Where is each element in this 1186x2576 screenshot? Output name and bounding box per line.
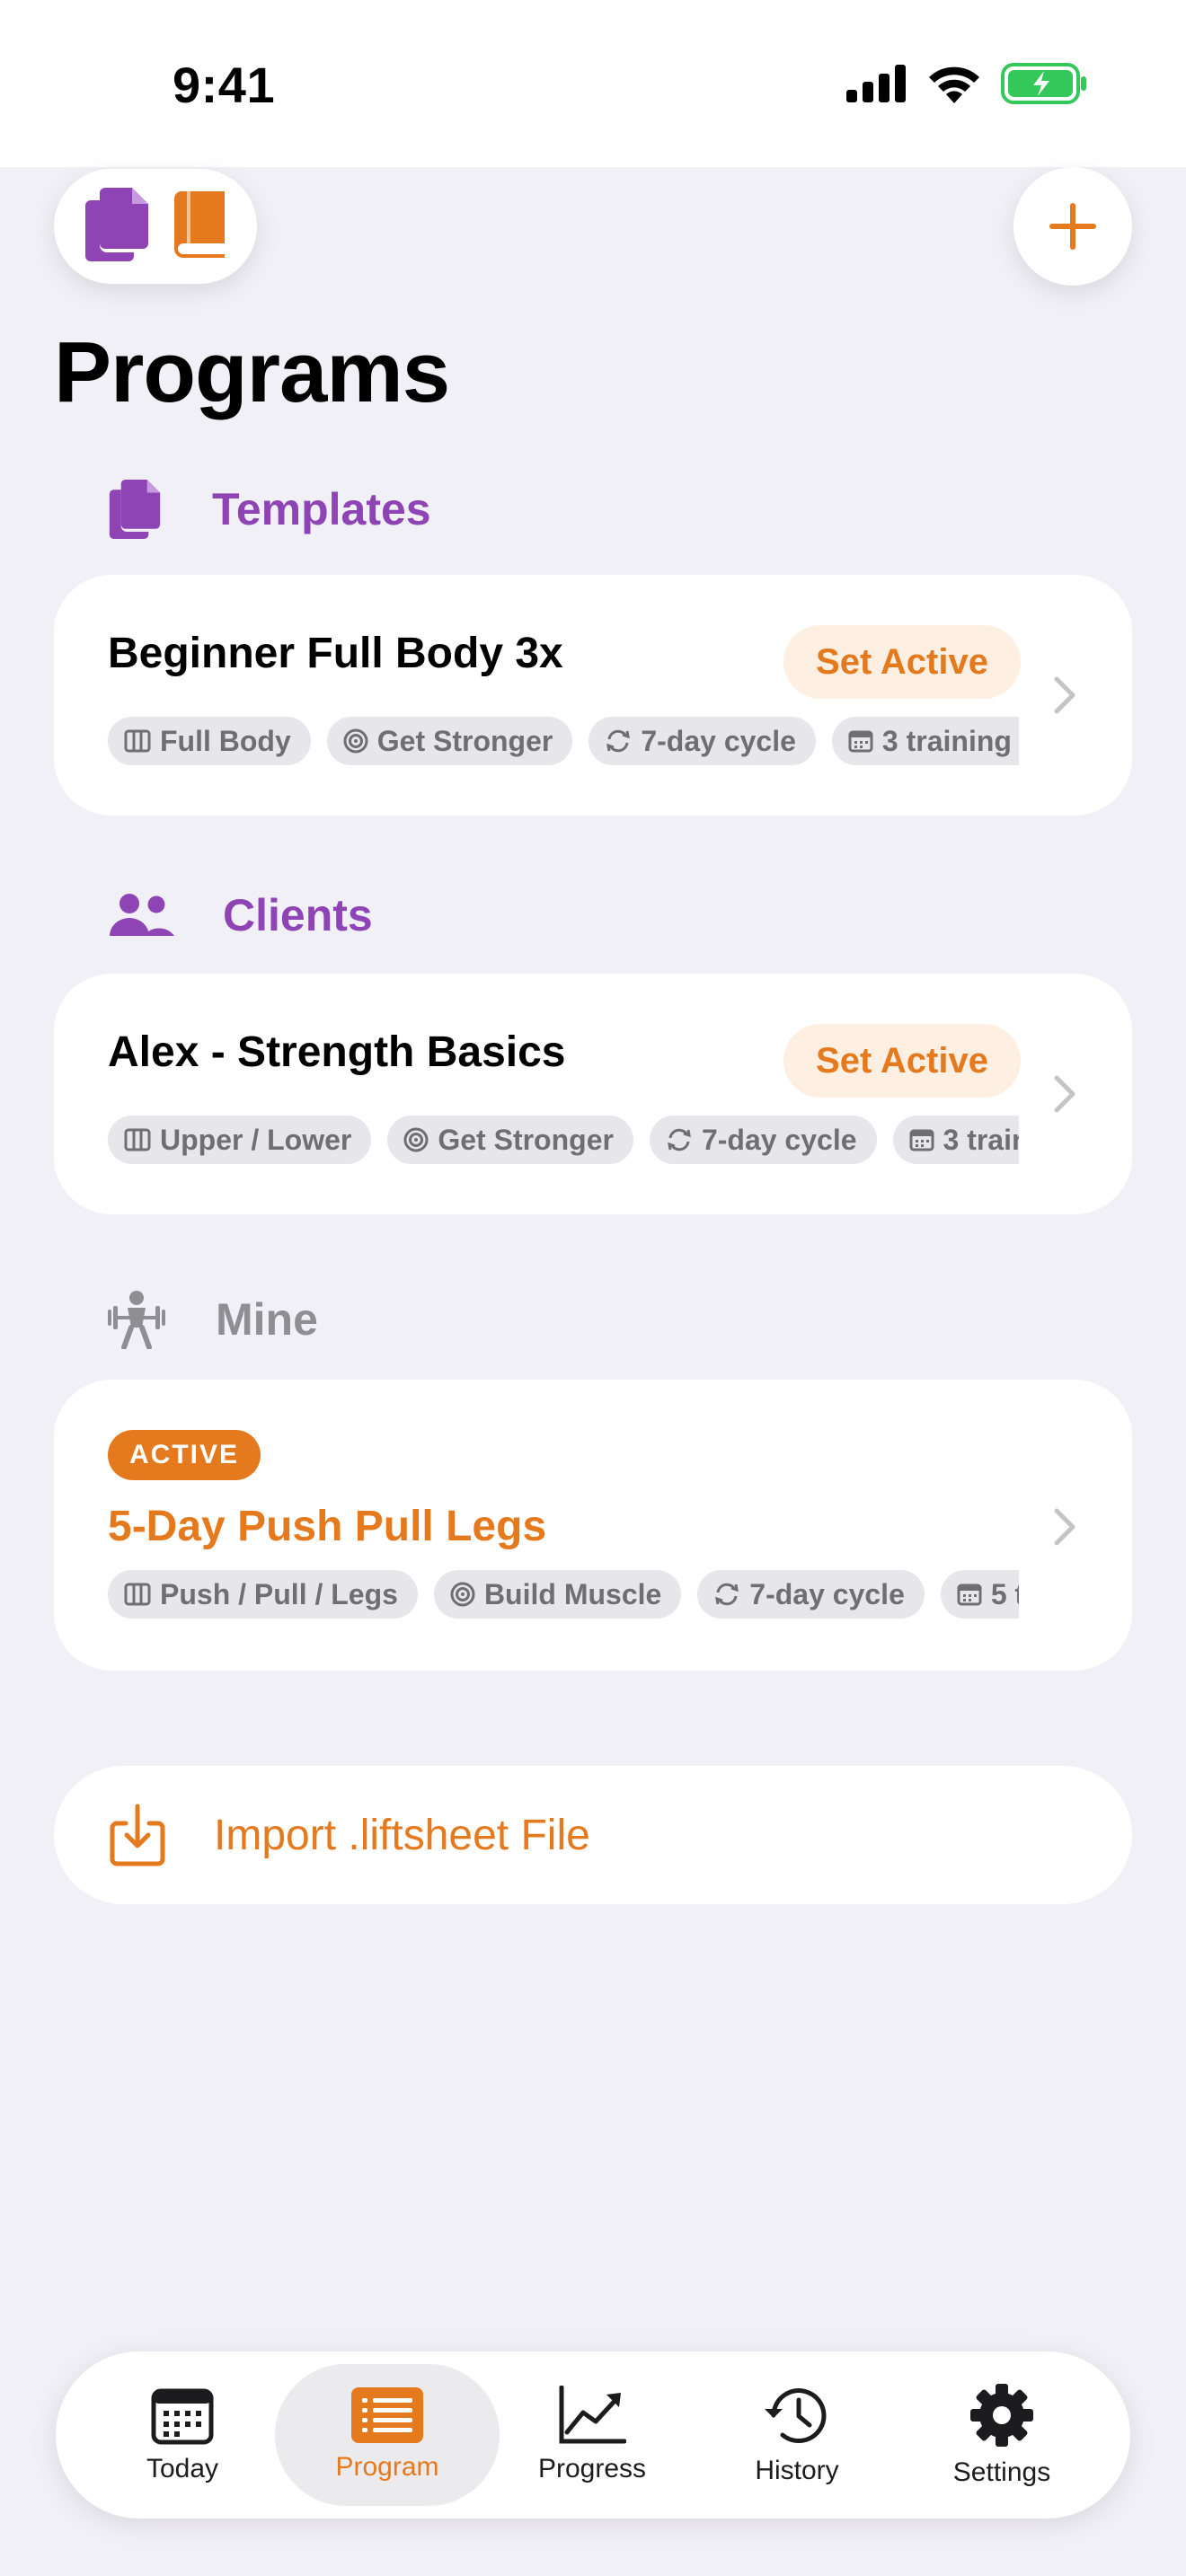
program-title: Alex - Strength Basics [108,1028,566,1076]
calendar-small-icon [909,1129,934,1151]
calendar-icon [151,2388,214,2445]
tab-program[interactable]: Program [275,2364,500,2506]
program-title: 5-Day Push Pull Legs [108,1503,547,1550]
programs-screen: 9:41 Programs Templates Beginner Full Bo… [0,0,1186,2576]
chip-split: Upper / Lower [108,1116,372,1164]
tab-progress[interactable]: Progress [480,2364,704,2506]
battery-icon [1001,63,1086,104]
section-label: Clients [223,890,373,940]
section-header-mine: Mine [108,1290,318,1349]
tab-today[interactable]: Today [70,2364,295,2506]
calendar-small-icon [957,1584,982,1606]
program-card-alex-strength-basics[interactable]: Alex - Strength Basics Set Active Upper … [54,974,1132,1214]
program-title: Beginner Full Body 3x [108,630,563,677]
set-active-button[interactable]: Set Active [783,625,1021,699]
page-title: Programs [54,324,450,420]
cycle-icon [668,1128,691,1151]
library-toggle-pill [54,169,257,284]
cycle-icon [715,1583,739,1606]
chart-icon [559,2386,626,2444]
cycle-icon [606,729,631,753]
import-liftsheet-button[interactable]: Import .liftsheet File [54,1766,1132,1904]
templates-document-icon[interactable] [84,187,148,266]
chevron-right-icon [1054,1075,1075,1113]
chip-split: Full Body [108,717,311,765]
chip-days: 3 training days [831,717,1019,765]
active-badge: ACTIVE [108,1430,261,1480]
chip-goal: Get Stronger [387,1116,633,1164]
wifi-icon [929,66,979,103]
tab-history[interactable]: History [685,2364,909,2506]
list-icon [351,2387,423,2443]
section-label: Mine [216,1294,318,1345]
import-label: Import .liftsheet File [214,1811,590,1859]
import-icon [110,1804,165,1866]
people-icon [110,894,174,936]
status-time: 9:41 [173,57,276,113]
chip-days: 5 training days [940,1570,1019,1619]
history-icon [765,2388,827,2443]
program-chips: Upper / Lower Get Stronger 7-day cycle 3… [108,1116,1019,1166]
program-card-5-day-push-pull-legs[interactable]: ACTIVE 5-Day Push Pull Legs Push / Pull … [54,1380,1132,1671]
columns-icon [124,1128,151,1151]
gear-icon [970,2384,1033,2447]
chip-days: 3 training days [892,1116,1019,1164]
tab-bar: Today Program Progress History Settings [56,2351,1130,2519]
target-icon [343,728,368,754]
chip-goal: Get Stronger [326,717,573,765]
target-icon [403,1127,429,1152]
status-bar: 9:41 [0,0,1186,167]
chip-cycle: 7-day cycle [697,1570,925,1619]
book-icon[interactable] [173,190,226,262]
columns-icon [124,1583,151,1606]
signal-icon [846,65,906,102]
chip-goal: Build Muscle [433,1570,682,1619]
program-chips: Full Body Get Stronger 7-day cycle 3 tra… [108,717,1019,767]
section-label: Templates [212,484,431,534]
plus-icon [1049,203,1096,250]
chip-cycle: 7-day cycle [589,717,816,765]
section-header-clients: Clients [108,889,373,941]
chip-split: Push / Pull / Legs [108,1570,418,1619]
chevron-right-icon [1054,676,1075,714]
tab-settings[interactable]: Settings [890,2364,1114,2506]
set-active-button[interactable]: Set Active [783,1024,1021,1098]
calendar-small-icon [848,730,873,753]
chip-cycle: 7-day cycle [649,1116,877,1164]
section-header-templates: Templates [108,480,431,539]
document-icon [109,480,161,539]
program-chips: Push / Pull / Legs Build Muscle 7-day cy… [108,1570,1019,1620]
add-program-button[interactable] [1013,167,1132,286]
status-icons [846,63,1087,104]
columns-icon [124,729,151,753]
weightlifter-icon [108,1291,165,1349]
target-icon [450,1582,475,1607]
chevron-right-icon [1054,1508,1075,1546]
program-card-beginner-full-body[interactable]: Beginner Full Body 3x Set Active Full Bo… [54,575,1132,816]
